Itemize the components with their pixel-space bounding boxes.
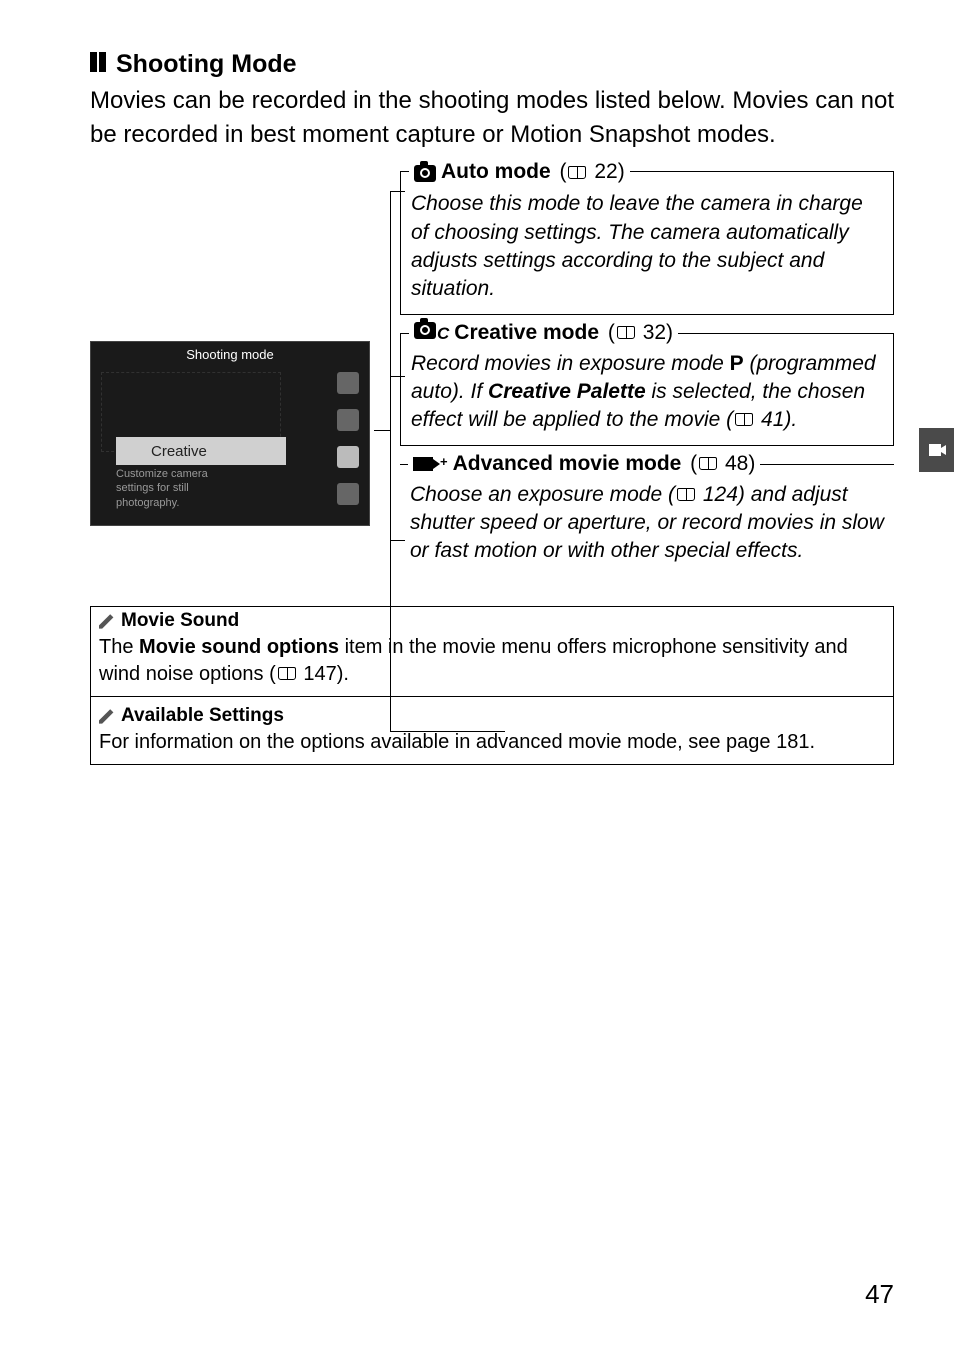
- screenshot-header: Shooting mode: [91, 342, 369, 367]
- book-icon: [677, 488, 695, 501]
- section-marker-icon: [90, 52, 108, 77]
- intro-text: Movies can be recorded in the shooting m…: [90, 84, 894, 151]
- advanced-mode-body: Choose an exposure mode ( 124) and adjus…: [410, 481, 884, 566]
- auto-mode-box: Auto mode ( 22) Choose this mode to leav…: [400, 171, 894, 314]
- mode-icon-auto: [337, 409, 359, 431]
- camera-icon: [414, 159, 436, 185]
- auto-mode-label: Auto mode: [441, 160, 551, 184]
- body-text: Record movies in exposure mode: [411, 352, 730, 375]
- exposure-p: P: [730, 352, 744, 375]
- auto-page-ref: ( 22): [554, 160, 625, 184]
- page-number: 47: [865, 1279, 894, 1310]
- mode-icon-best-moment: [337, 372, 359, 394]
- movie-sound-title: Movie Sound: [121, 610, 239, 632]
- side-tab-movie: [919, 428, 954, 472]
- book-icon: [617, 326, 635, 339]
- creative-mode-label: Creative mode: [454, 321, 599, 345]
- creative-palette-label: Creative Palette: [488, 380, 646, 403]
- creative-mode-body: Record movies in exposure mode P (progra…: [411, 350, 883, 435]
- connector-line: [390, 731, 505, 732]
- movie-sound-body: The Movie sound options item in the movi…: [99, 634, 885, 688]
- mode-section: Shooting mode Creative Customize camera …: [90, 171, 894, 575]
- mode-icon-creative: [337, 446, 359, 468]
- movie-plus-icon: +: [413, 457, 448, 471]
- connector-line: [390, 191, 391, 731]
- sublabel-line: photography.: [116, 497, 179, 509]
- screenshot-sublabel: Customize camera settings for still phot…: [116, 467, 208, 510]
- book-icon: [278, 667, 296, 680]
- body-text: The: [99, 636, 139, 658]
- available-settings-header: Available Settings: [99, 705, 885, 727]
- advanced-mode-title: + Advanced movie mode ( 48): [413, 452, 755, 476]
- mode-icon-movie: [337, 483, 359, 505]
- auto-mode-title: Auto mode ( 22): [414, 159, 625, 185]
- section-title: Shooting Mode: [116, 50, 297, 79]
- shooting-mode-screenshot: Shooting mode Creative Customize camera …: [90, 341, 370, 526]
- screenshot-body: Creative Customize camera settings for s…: [91, 367, 369, 517]
- available-settings-title: Available Settings: [121, 705, 284, 727]
- sublabel-line: Customize camera: [116, 468, 208, 480]
- sublabel-line: settings for still: [116, 482, 189, 494]
- creative-mode-box: C Creative mode ( 32) Record movies in e…: [400, 333, 894, 446]
- ref-number: 48: [725, 452, 748, 476]
- advanced-mode-label: Advanced movie mode: [453, 452, 682, 476]
- book-icon: [735, 413, 753, 426]
- ref-number: 22: [594, 160, 617, 184]
- notes-box: Movie Sound The Movie sound options item…: [90, 606, 894, 765]
- movie-tab-icon: [925, 438, 949, 462]
- auto-mode-body: Choose this mode to leave the camera in …: [411, 190, 883, 303]
- body-text: Choose an exposure mode (: [410, 483, 675, 506]
- movie-sound-header: Movie Sound: [99, 610, 885, 632]
- note-divider: [91, 696, 893, 697]
- body-text: ).: [337, 663, 349, 685]
- body-text: ).: [784, 408, 797, 431]
- screenshot-mode-icons: [337, 367, 359, 505]
- book-icon: [699, 457, 717, 470]
- ref-number: 124: [703, 483, 738, 506]
- advanced-mode-box: + Advanced movie mode ( 48) Choose an ex…: [400, 464, 894, 576]
- connector-line: [374, 430, 390, 431]
- creative-mode-title: C Creative mode ( 32): [414, 321, 673, 345]
- screenshot-label: Creative: [116, 437, 286, 465]
- section-header: Shooting Mode: [90, 50, 894, 79]
- ref-number: 147: [303, 663, 336, 685]
- creative-page-ref: ( 32): [602, 321, 673, 345]
- advanced-page-ref: ( 48): [684, 452, 755, 476]
- available-settings-body: For information on the options available…: [99, 729, 885, 756]
- camera-c-icon: C: [414, 322, 449, 344]
- book-icon: [568, 166, 586, 179]
- advanced-mode-title-wrap: + Advanced movie mode ( 48): [408, 452, 760, 476]
- movie-sound-option-label: Movie sound options: [139, 636, 339, 658]
- ref-number: 41: [761, 408, 784, 431]
- ref-number: 32: [643, 321, 666, 345]
- creative-mode-title-wrap: C Creative mode ( 32): [409, 321, 678, 345]
- pencil-icon: [99, 708, 115, 724]
- pencil-icon: [99, 613, 115, 629]
- auto-mode-title-wrap: Auto mode ( 22): [409, 159, 630, 185]
